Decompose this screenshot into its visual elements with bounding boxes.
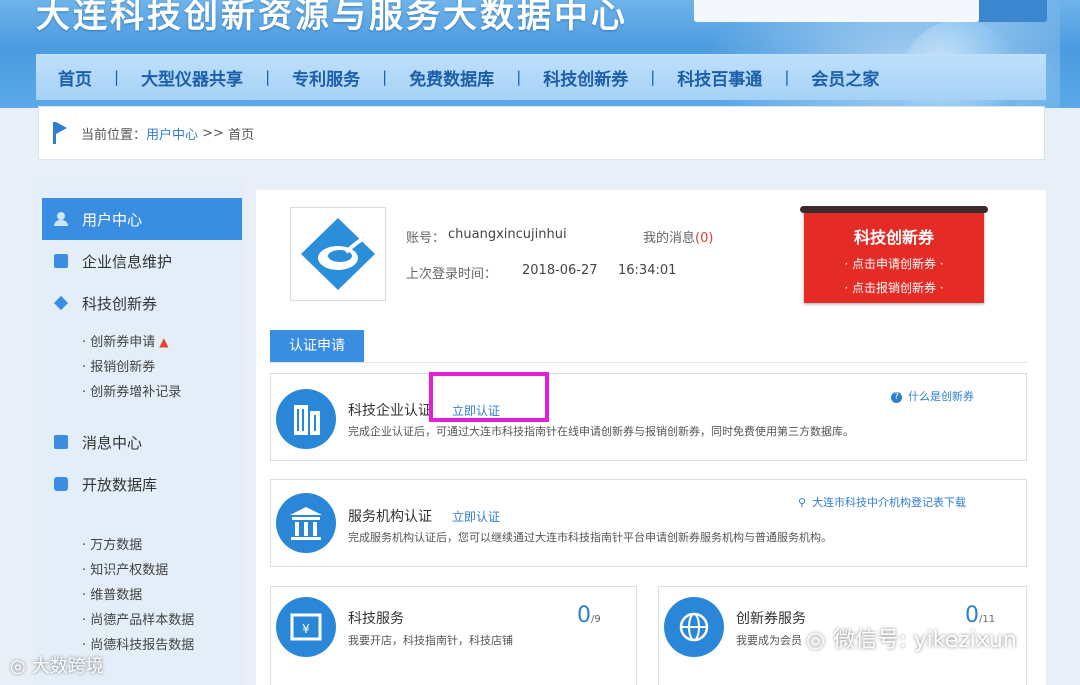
company-logo bbox=[290, 207, 386, 301]
submenu-apply-voucher[interactable]: · 创新券申请 ▲ bbox=[82, 330, 242, 355]
document-icon bbox=[54, 254, 68, 268]
search-button[interactable] bbox=[979, 0, 1047, 22]
promo-title: 科技创新券 bbox=[853, 228, 934, 247]
watermark-left: ◎ 大数跨境 bbox=[10, 652, 104, 678]
agency-cert-title: 服务机构认证 bbox=[348, 509, 432, 525]
breadcrumb: 当前位置： 用户中心 >> 首页 bbox=[38, 106, 1045, 160]
voucher-submenu: · 创新券申请 ▲ · 报销创新券 · 创新券增补记录 bbox=[42, 330, 242, 405]
messages-count: (0) bbox=[695, 231, 714, 246]
sidebar-item-label: 消息中心 bbox=[82, 433, 143, 452]
tech-service-desc: 我要开店，科技指南针，科技店铺 bbox=[348, 634, 513, 647]
sidebar-item-innovation-voucher[interactable]: 科技创新券 bbox=[42, 282, 242, 324]
submenu-ip-data[interactable]: · 知识产权数据 bbox=[82, 558, 242, 583]
nav-innovation-voucher[interactable]: 科技创新券 bbox=[543, 65, 628, 90]
sidebar-item-label: 企业信息维护 bbox=[82, 252, 173, 271]
sidebar-item-company-info[interactable]: 企业信息维护 bbox=[42, 240, 242, 282]
nav-separator: | bbox=[516, 68, 522, 86]
user-icon bbox=[54, 212, 68, 226]
building-icon bbox=[276, 389, 336, 449]
promo-apply-link[interactable]: · 点击申请创新券 · bbox=[804, 255, 984, 272]
nav-separator: | bbox=[650, 68, 656, 86]
sidebar-item-message-center[interactable]: 消息中心 bbox=[42, 421, 242, 463]
highlight-annotation bbox=[429, 372, 549, 422]
tab-underline bbox=[270, 362, 1027, 363]
innovation-voucher-promo: 科技创新券 · 点击申请创新券 · · 点击报销创新券 · bbox=[800, 206, 988, 303]
submenu-reimburse-voucher[interactable]: · 报销创新券 bbox=[82, 355, 242, 380]
watermark-left-text: 大数跨境 bbox=[31, 656, 104, 677]
agency-form-download-link[interactable]: ⚲ 大连市科技中介机构登记表下载 bbox=[798, 494, 966, 510]
last-login-label: 上次登录时间： bbox=[406, 267, 498, 282]
submenu-label: · 创新券申请 bbox=[82, 335, 156, 350]
question-icon: ? bbox=[891, 391, 902, 403]
sidebar-item-label: 开放数据库 bbox=[82, 475, 158, 494]
count-total: /9 bbox=[591, 614, 601, 625]
tech-service-count: 0/9 bbox=[577, 603, 601, 628]
tab-certification[interactable]: 认证申请 bbox=[270, 330, 364, 362]
logo-mark-icon bbox=[301, 218, 375, 290]
header-banner: 大连科技创新资源与服务大数据中心 首页 | 大型仪器共享 | 专利服务 | 免费… bbox=[0, 0, 1080, 108]
site-title: 大连科技创新资源与服务大数据中心 bbox=[36, 0, 628, 36]
breadcrumb-prefix: 当前位置： bbox=[81, 127, 147, 143]
nav-member-home[interactable]: 会员之家 bbox=[811, 65, 879, 90]
main-nav: 首页 | 大型仪器共享 | 专利服务 | 免费数据库 | 科技创新券 | 科技百… bbox=[36, 54, 1046, 100]
voucher-service-desc: 我要成为会员 bbox=[736, 634, 802, 647]
hot-icon: ▲ bbox=[159, 335, 169, 349]
breadcrumb-separator: >> bbox=[198, 125, 229, 141]
messages-link[interactable]: 我的消息(0) bbox=[643, 227, 713, 246]
nav-home[interactable]: 首页 bbox=[58, 65, 92, 90]
nav-patent-service[interactable]: 专利服务 bbox=[292, 65, 360, 90]
nav-free-database[interactable]: 免费数据库 bbox=[409, 65, 494, 90]
message-icon bbox=[54, 435, 68, 449]
wechat-icon: ◎ bbox=[806, 628, 826, 653]
count-value: 0 bbox=[577, 603, 591, 628]
account-label: 账号： bbox=[406, 231, 446, 246]
sidebar-item-label: 用户中心 bbox=[82, 210, 143, 229]
search-input[interactable] bbox=[694, 0, 979, 22]
last-login-date: 2018-06-27 bbox=[522, 263, 598, 278]
enterprise-cert-title: 科技企业认证 bbox=[348, 403, 432, 419]
sidebar-menu: 用户中心 企业信息维护 科技创新券 · 创新券申请 ▲ · 报销创新券 · 创新券… bbox=[42, 198, 242, 658]
agency-cert-desc: 完成服务机构认证后，您可以继续通过大连市科技指南针平台申请创新券服务机构与普通服… bbox=[348, 531, 832, 544]
submenu-vip-data[interactable]: · 维普数据 bbox=[82, 583, 242, 608]
database-submenu: · 万方数据 · 知识产权数据 · 维普数据 · 尚德产品样本数据 · 尚德科技… bbox=[42, 533, 242, 658]
what-is-voucher-link[interactable]: ? 什么是创新券 bbox=[891, 388, 974, 404]
last-login-time: 16:34:01 bbox=[618, 263, 677, 278]
nav-separator: | bbox=[784, 68, 790, 86]
nav-separator: | bbox=[382, 68, 388, 86]
watermark-right-text: 微信号: yikezixun bbox=[833, 628, 1017, 653]
globe-icon bbox=[664, 597, 724, 657]
database-icon bbox=[54, 477, 68, 491]
sidebar-item-label: 科技创新券 bbox=[82, 294, 158, 313]
agency-cert-button[interactable]: 立即认证 bbox=[452, 508, 500, 525]
watermark-right: ◎ 微信号: yikezixun bbox=[806, 622, 1017, 654]
help-label: 什么是创新券 bbox=[908, 390, 974, 403]
nav-instrument-sharing[interactable]: 大型仪器共享 bbox=[141, 65, 243, 90]
diamond-icon bbox=[53, 295, 69, 311]
nav-tech-helpdesk[interactable]: 科技百事通 bbox=[677, 65, 762, 90]
sidebar-item-user-center[interactable]: 用户中心 bbox=[42, 198, 242, 240]
voucher-service-title: 创新券服务 bbox=[736, 611, 806, 627]
sidebar-item-open-database[interactable]: 开放数据库 bbox=[42, 463, 242, 505]
flag-icon bbox=[53, 122, 67, 144]
svg-text:¥: ¥ bbox=[302, 622, 310, 636]
tech-service-title: 科技服务 bbox=[348, 611, 404, 627]
bank-icon bbox=[276, 493, 336, 553]
promo-reimburse-link[interactable]: · 点击报销创新券 · bbox=[804, 279, 984, 296]
nav-separator: | bbox=[114, 68, 120, 86]
submenu-wanfang[interactable]: · 万方数据 bbox=[82, 533, 242, 558]
help-label: 大连市科技中介机构登记表下载 bbox=[812, 496, 967, 509]
submenu-voucher-records[interactable]: · 创新券增补记录 bbox=[82, 380, 242, 405]
shop-icon: ¥ bbox=[276, 597, 336, 657]
enterprise-cert-desc: 完成企业认证后，可通过大连市科技指南针在线申请创新券与报销创新券，同时免费使用第… bbox=[348, 425, 854, 438]
breadcrumb-link-user-center[interactable]: 用户中心 bbox=[146, 124, 198, 143]
wechat-bubble-icon: ◎ bbox=[10, 656, 26, 677]
link-icon: ⚲ bbox=[798, 496, 807, 509]
messages-label: 我的消息 bbox=[643, 231, 696, 246]
breadcrumb-current: 首页 bbox=[228, 127, 255, 143]
account-value: chuangxincujinhui bbox=[448, 227, 567, 242]
submenu-tech-reports[interactable]: · 尚德科技报告数据 bbox=[82, 633, 242, 658]
nav-separator: | bbox=[265, 68, 271, 86]
submenu-product-samples[interactable]: · 尚德产品样本数据 bbox=[82, 608, 242, 633]
